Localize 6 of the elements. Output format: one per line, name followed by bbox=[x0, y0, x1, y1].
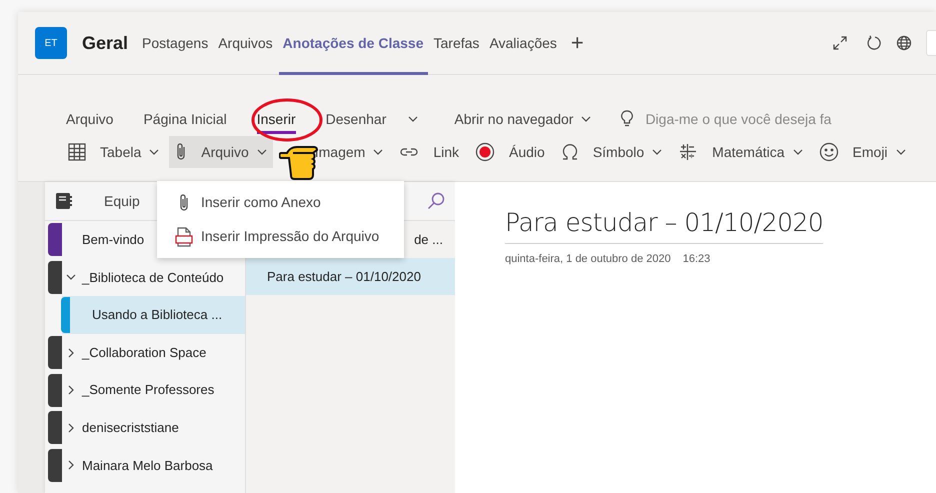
notebook-name: Equip bbox=[104, 192, 140, 211]
channel-name: Geral bbox=[82, 32, 128, 54]
page-time: 16:23 bbox=[682, 252, 710, 266]
page-date: quinta-feira, 1 de outubro de 2020 bbox=[505, 252, 671, 266]
team-avatar: ET bbox=[35, 27, 67, 59]
page-title: Para estudar – 01/10/2020 bbox=[505, 204, 824, 244]
